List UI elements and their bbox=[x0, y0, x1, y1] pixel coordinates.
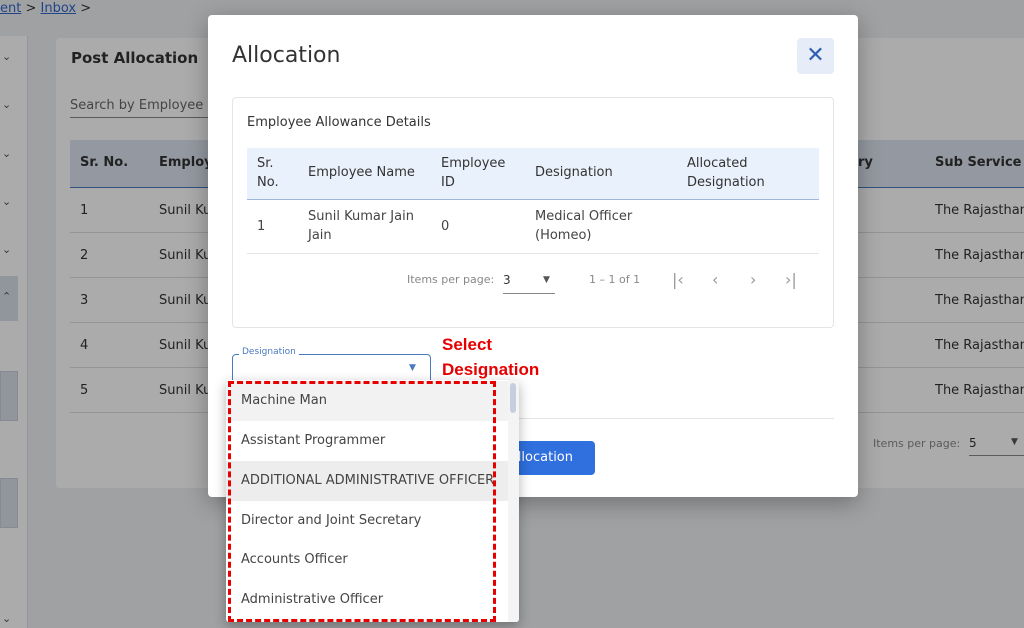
scrollbar-thumb[interactable] bbox=[510, 383, 516, 413]
column-header: Employee Name bbox=[308, 165, 415, 180]
items-per-page-select[interactable]: 3 ▼ bbox=[503, 268, 555, 294]
page-range: 1 – 1 of 1 bbox=[589, 273, 641, 286]
column-header: Sr. No. bbox=[257, 156, 279, 190]
column-header: Allocated Designation bbox=[687, 156, 765, 190]
dialog-title: Allocation bbox=[232, 43, 341, 68]
items-per-page-value: 3 bbox=[503, 273, 511, 287]
designation-label: Designation bbox=[239, 347, 299, 357]
previous-page-icon[interactable]: ‹ bbox=[712, 270, 718, 289]
last-page-icon[interactable]: ›| bbox=[785, 270, 797, 289]
cell-employee-id: 0 bbox=[441, 219, 450, 234]
close-icon: ✕ bbox=[806, 43, 825, 68]
cell-employee-name: Sunil Kumar Jain Jain bbox=[308, 209, 414, 243]
cell-designation: Medical Officer (Homeo) bbox=[535, 209, 633, 243]
details-table-header: Sr. No. Employee Name Employee ID Design… bbox=[247, 148, 819, 200]
table-row[interactable]: 1 Sunil Kumar Jain Jain 0 Medical Office… bbox=[247, 200, 819, 254]
close-button[interactable]: ✕ bbox=[797, 38, 834, 74]
first-page-icon[interactable]: |‹ bbox=[672, 270, 684, 289]
column-header: Designation bbox=[535, 165, 613, 180]
dropdown-arrow-icon: ▼ bbox=[409, 363, 416, 373]
cell-sr: 1 bbox=[257, 219, 266, 234]
dropdown-arrow-icon: ▼ bbox=[543, 275, 550, 285]
annotation-highlight-box bbox=[228, 381, 496, 622]
annotation-line: Designation bbox=[442, 360, 540, 379]
scrollbar[interactable] bbox=[508, 380, 519, 622]
column-header: Employee ID bbox=[441, 156, 506, 190]
items-per-page-label: Items per page: bbox=[407, 273, 495, 286]
annotation-label: Select Designation bbox=[442, 332, 539, 382]
employee-details-card: Employee Allowance Details Sr. No. Emplo… bbox=[232, 97, 834, 328]
next-page-icon[interactable]: › bbox=[750, 270, 756, 289]
annotation-line: Select bbox=[442, 335, 493, 354]
section-title: Employee Allowance Details bbox=[247, 115, 431, 130]
